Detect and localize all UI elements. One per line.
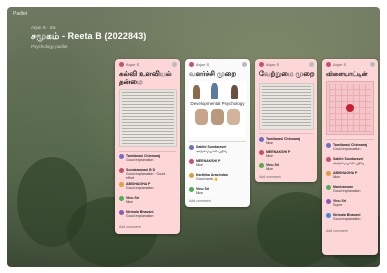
comment: ABISHAGHA P Nice (326, 171, 376, 179)
window-frame: Padlet Arjun S · 2w சமூகம் - Reeta B (20… (0, 0, 387, 273)
comment: Sundaramani B D Good explanation · Good e… (119, 168, 171, 180)
avatar (119, 168, 124, 173)
comment: Tamilarasi Chinnaraj Good explanation (119, 154, 171, 162)
add-comment-field[interactable]: Add comment (189, 199, 211, 203)
page-subtitle: Psychology padlet (31, 44, 68, 49)
portrait-image (211, 83, 218, 99)
avatar (119, 62, 124, 67)
comment: Vinu Sri Nice (119, 196, 171, 204)
more-options-icon[interactable] (309, 62, 314, 67)
post-image[interactable] (119, 89, 177, 147)
post-card[interactable]: Arjun S விளையாட்டின் முறை Tamilarasi Chi… (322, 59, 378, 255)
post-image[interactable] (259, 83, 314, 130)
comment: Manivannan Good explanation (326, 185, 376, 193)
map-pin-icon (346, 104, 354, 112)
post-card[interactable]: Arjun S வேற்றுமை முறை Tamilarasi Chinnar… (255, 59, 317, 182)
avatar (119, 210, 124, 215)
portrait-image (193, 85, 200, 99)
divider (259, 133, 313, 134)
more-options-icon[interactable] (242, 62, 247, 67)
avatar (189, 187, 194, 192)
avatar (259, 62, 264, 67)
add-comment-field[interactable]: Add comment (259, 175, 281, 179)
more-options-icon[interactable] (172, 62, 177, 67)
comment: Karthika Aravindan Good work 👍 (189, 173, 241, 181)
padlet-board: Padlet Arjun S · 2w சமூகம் - Reeta B (20… (7, 7, 380, 267)
avatar (189, 145, 194, 150)
image-caption: Developmental Psychology (190, 101, 245, 106)
post-image[interactable] (326, 81, 374, 135)
comment: Nirmala Bhavani Good explanation (326, 213, 376, 221)
avatar (259, 163, 264, 168)
more-options-icon[interactable] (370, 62, 375, 67)
divider (189, 141, 246, 142)
avatar (259, 150, 264, 155)
avatar (119, 196, 124, 201)
post-image[interactable]: Developmental Psychology (189, 81, 246, 137)
comment: Tamilarasi Chinnaraj Nice (259, 137, 311, 145)
comment: Vinu Sri Super (326, 199, 376, 207)
avatar (326, 213, 331, 218)
comment: Vinu Sri Nice (189, 187, 241, 195)
avatar (326, 157, 331, 162)
add-comment-field[interactable]: Add comment (119, 225, 141, 229)
post-title: கல்வி உளவியல் தன்மை (119, 71, 172, 86)
comment: Vinu Sri Nice (259, 163, 311, 171)
comment: MEENAKSHI P Nice (189, 159, 241, 167)
page-title: சமூகம் - Reeta B (2022843) (31, 31, 147, 41)
avatar (119, 154, 124, 159)
post-card[interactable]: Arjun S வளர்ச்சி முறை Developmental Psyc… (185, 59, 250, 207)
avatar (326, 62, 331, 67)
divider (119, 151, 176, 152)
divider (326, 139, 374, 140)
comment: ABISHAGHA P Good explanation (119, 182, 171, 190)
avatar (189, 159, 194, 164)
avatar (189, 173, 194, 178)
portrait-image (195, 109, 208, 125)
comment: Sakthi Sundaravel அருமையான பதிவு (326, 157, 376, 166)
avatar (326, 185, 331, 190)
comment: Tamilarasi Chinnaraj Good explanation (326, 143, 376, 151)
post-title: வளர்ச்சி முறை (189, 71, 237, 78)
avatar (259, 137, 264, 142)
post-title: வேற்றுமை முறை (259, 71, 315, 78)
add-comment-field[interactable]: Add comment (326, 229, 348, 233)
portrait-image (227, 109, 240, 125)
post-author: Arjun S (119, 62, 139, 67)
comment: MEENAKSHI P Nice (259, 150, 311, 158)
comment: Sakthi Sundaravel அருமையான பதிவு (189, 145, 241, 154)
avatar (189, 62, 194, 67)
app-label: Padlet (13, 11, 28, 17)
portrait-image (211, 109, 224, 125)
avatar (326, 143, 331, 148)
post-author: Arjun S (259, 62, 279, 67)
portrait-image (231, 85, 238, 99)
post-card[interactable]: Arjun S கல்வி உளவியல் தன்மை Tamilarasi C… (115, 59, 180, 234)
breadcrumb: Arjun S · 2w (31, 25, 56, 30)
post-author: Arjun S (326, 62, 346, 67)
avatar (326, 199, 331, 204)
comment: Nirmala Bhavani Good explanation (119, 210, 171, 218)
post-author: Arjun S (189, 62, 209, 67)
avatar (119, 182, 124, 187)
avatar (326, 171, 331, 176)
